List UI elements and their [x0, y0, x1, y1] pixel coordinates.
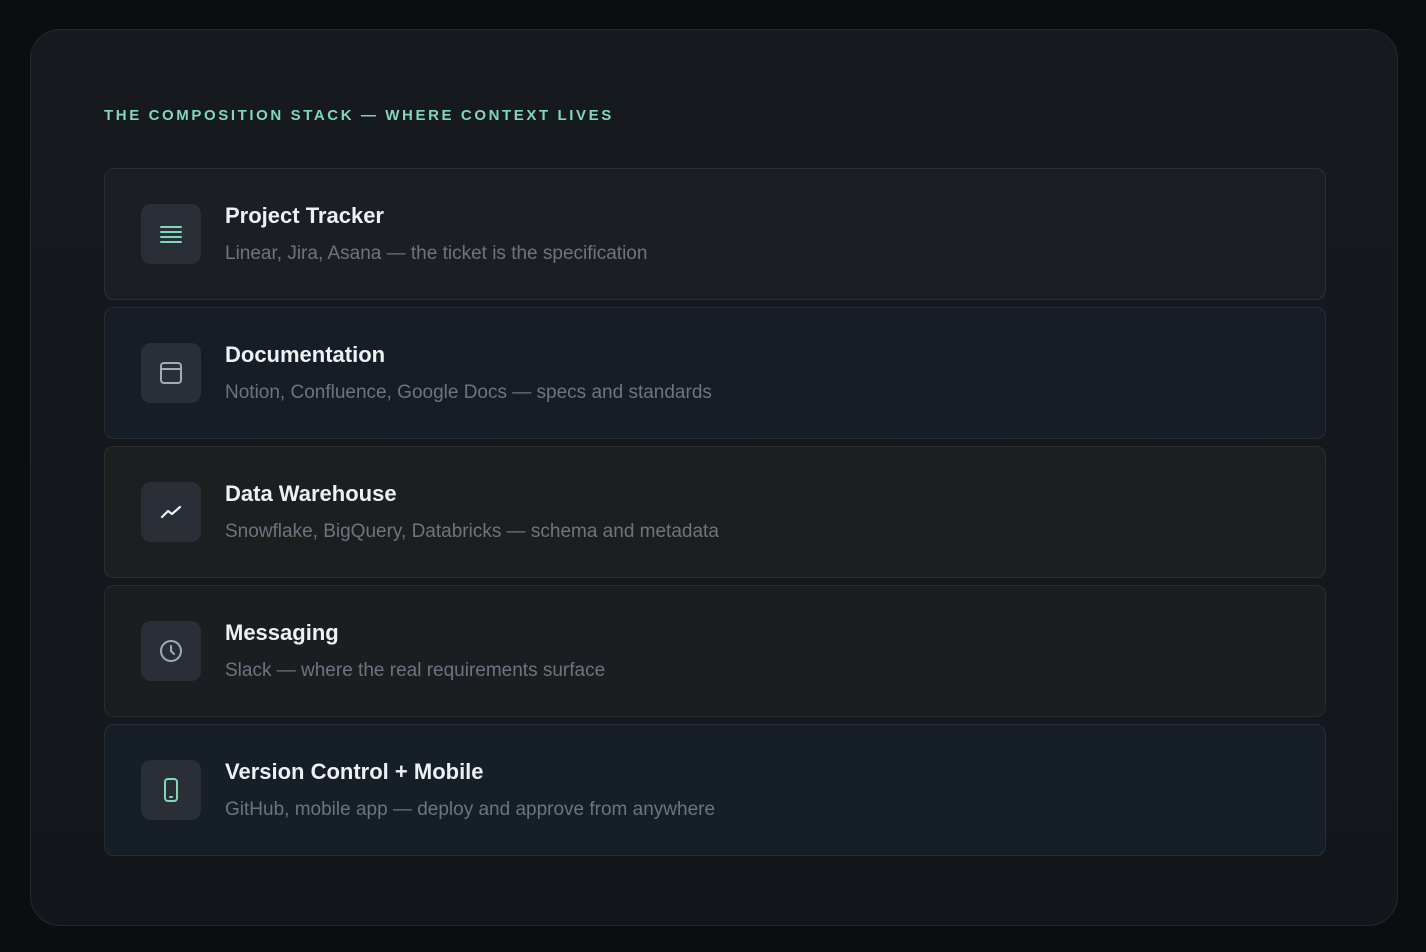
stack-item-data-warehouse[interactable]: Data Warehouse Snowflake, BigQuery, Data…	[104, 446, 1326, 578]
stack-item-description: Snowflake, BigQuery, Databricks — schema…	[225, 521, 719, 542]
stack-item-messaging[interactable]: Messaging Slack — where the real require…	[104, 585, 1326, 717]
menu-lines-icon	[141, 204, 201, 264]
mobile-phone-icon	[141, 760, 201, 820]
stack-item-title: Project Tracker	[225, 203, 384, 228]
section-eyebrow: THE COMPOSITION STACK — WHERE CONTEXT LI…	[104, 107, 614, 124]
stack-item-description: GitHub, mobile app — deploy and approve …	[225, 799, 716, 820]
stack-list: Project Tracker Linear, Jira, Asana — th…	[104, 168, 1326, 863]
stack-item-title: Version Control + Mobile	[225, 759, 484, 784]
panel-top-highlight	[461, 29, 1001, 30]
composition-stack-panel: THE COMPOSITION STACK — WHERE CONTEXT LI…	[30, 29, 1398, 926]
stack-item-title: Documentation	[225, 342, 386, 367]
stack-item-title: Data Warehouse	[225, 481, 397, 506]
clock-icon	[141, 621, 201, 681]
stack-item-description: Linear, Jira, Asana — the ticket is the …	[225, 243, 648, 264]
stack-item-description: Notion, Confluence, Google Docs — specs …	[225, 382, 712, 403]
stack-item-documentation[interactable]: Documentation Notion, Confluence, Google…	[104, 307, 1326, 439]
stack-item-title: Messaging	[225, 620, 339, 645]
stack-item-version-control-mobile[interactable]: Version Control + Mobile GitHub, mobile …	[104, 724, 1326, 856]
stack-item-description: Slack — where the real requirements surf…	[225, 660, 606, 681]
stack-item-project-tracker[interactable]: Project Tracker Linear, Jira, Asana — th…	[104, 168, 1326, 300]
trend-line-icon	[141, 482, 201, 542]
browser-window-icon	[141, 343, 201, 403]
